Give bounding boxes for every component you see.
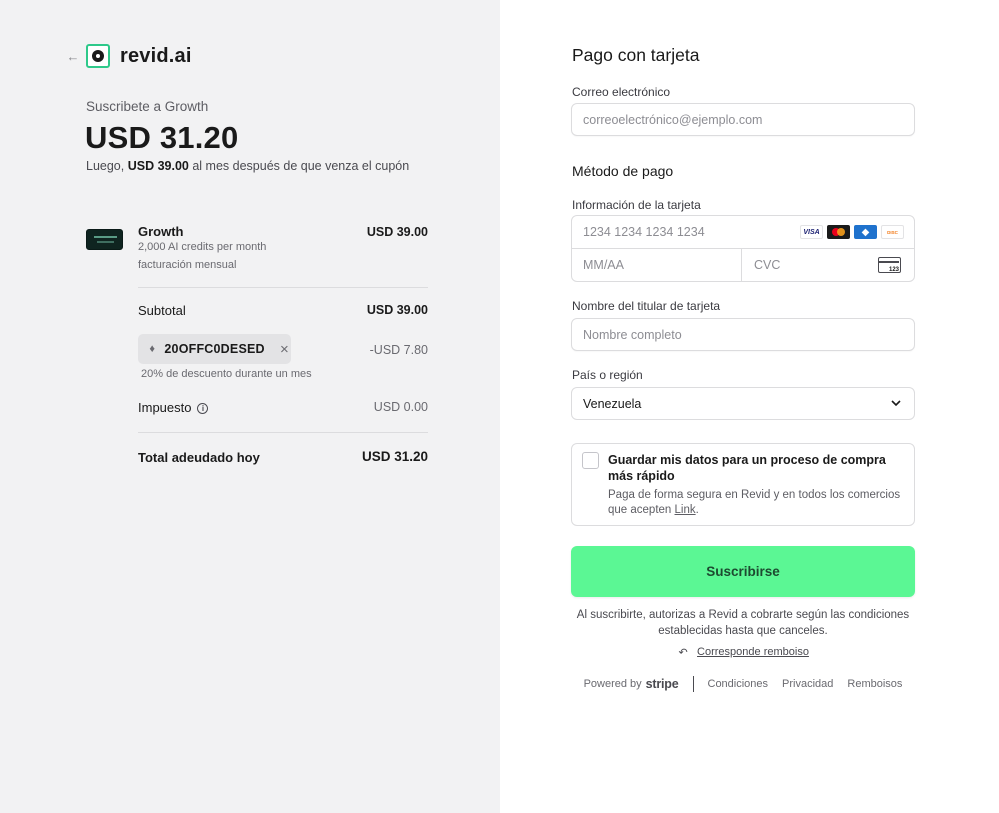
cardholder-label: Nombre del titular de tarjeta — [572, 299, 721, 313]
payment-title: Pago con tarjeta — [572, 45, 700, 65]
card-cvc-field[interactable]: CVC 123 — [743, 249, 914, 281]
tax-row: Impuesto i — [138, 400, 209, 415]
payment-method-title: Método de pago — [572, 163, 674, 179]
country-label: País o región — [572, 368, 643, 382]
arrow-left-icon[interactable]: ← — [66, 49, 80, 64]
brand-header: ← revid.ai — [66, 42, 192, 70]
mastercard-icon — [827, 225, 850, 239]
coupon-discount: -USD 7.80 — [369, 343, 428, 357]
amex-icon: ◆ — [854, 225, 877, 239]
save-info-box: Guardar mis datos para un proceso de com… — [571, 443, 915, 526]
chevron-down-icon — [891, 400, 901, 407]
eye-logo-icon — [86, 44, 110, 68]
subtotal-label: Subtotal — [138, 303, 186, 318]
subtotal-value: USD 39.00 — [366, 303, 428, 317]
renewal-suffix: al mes después de que venza el cupón — [192, 159, 410, 173]
link-link[interactable]: Link — [675, 504, 696, 516]
card-input-group: 1234 1234 1234 1234 VISA ◆ DISC MM/AA CV… — [571, 215, 915, 282]
total-label: Total adeudado hoy — [138, 450, 260, 465]
coupon-note: 20% de descuento durante un mes — [141, 368, 312, 380]
order-summary-panel: ← revid.ai Suscribete a Growth USD 31.20… — [0, 0, 500, 813]
terms-text: Al suscribirte, autorizas a Revid a cobr… — [576, 609, 910, 637]
tax-value: USD 0.00 — [373, 400, 428, 414]
save-info-checkbox[interactable] — [582, 452, 599, 469]
payment-panel: Pago con tarjeta Correo electrónico corr… — [500, 0, 999, 813]
cardholder-field[interactable]: Nombre completo — [571, 318, 915, 351]
subscription-label: Suscribete a Growth — [86, 99, 209, 114]
coupon-code: 20OFFC0DESED — [164, 342, 265, 356]
product-billing: facturación mensual — [138, 259, 237, 271]
info-icon[interactable]: i — [197, 403, 209, 415]
total-price: USD 31.20 — [85, 120, 239, 155]
refunds-link[interactable]: Remboisos — [847, 678, 902, 690]
product-description: 2,000 AI credits per month — [138, 241, 267, 253]
subscribe-button[interactable]: Suscribirse — [571, 546, 915, 597]
country-value: Venezuela — [583, 396, 642, 411]
cvc-card-icon: 123 — [878, 257, 901, 273]
tag-icon: ♦ — [149, 343, 156, 355]
product-name: Growth — [138, 224, 184, 239]
coupon-chip: ♦ 20OFFC0DESED × — [138, 334, 291, 364]
renewal-note: Luego, USD 39.00 al mes después de que v… — [86, 159, 409, 173]
undo-arrow-icon: ↶ — [678, 646, 688, 659]
product-price: USD 39.00 — [366, 225, 428, 239]
privacy-link[interactable]: Privacidad — [782, 678, 833, 690]
conditions-link[interactable]: Condiciones — [708, 678, 769, 690]
divider — [138, 432, 428, 433]
tax-label: Impuesto — [138, 400, 192, 415]
brand-name: revid.ai — [120, 44, 192, 67]
card-cvc-placeholder: CVC — [754, 258, 781, 272]
card-expiry-field[interactable]: MM/AA — [572, 249, 742, 281]
footer: Powered by stripe Condiciones Privacidad … — [571, 676, 915, 692]
footer-separator — [692, 676, 694, 692]
card-brands: VISA ◆ DISC — [800, 225, 904, 239]
product-thumbnail — [86, 229, 123, 250]
renewal-amount: USD 39.00 — [127, 159, 189, 173]
visa-icon: VISA — [800, 225, 823, 239]
save-info-description: Paga de forma segura en Revid y en todos… — [608, 489, 901, 516]
refund-link[interactable]: Corresponde remboiso — [697, 646, 809, 658]
powered-by-stripe[interactable]: Powered by stripe — [584, 677, 679, 691]
divider — [138, 287, 428, 288]
card-info-label: Información de la tarjeta — [572, 198, 701, 212]
remove-coupon-icon[interactable]: × — [278, 341, 291, 358]
refund-row: ↶ Corresponde remboiso — [571, 646, 915, 659]
country-select[interactable]: Venezuela — [571, 387, 915, 420]
renewal-prefix: Luego, — [86, 159, 125, 173]
email-field[interactable]: correoelectrónico@ejemplo.com — [571, 103, 915, 136]
total-value: USD 31.20 — [361, 449, 428, 464]
save-info-title: Guardar mis datos para un proceso de com… — [608, 453, 886, 483]
discover-icon: DISC — [881, 225, 904, 239]
email-label: Correo electrónico — [572, 85, 671, 99]
